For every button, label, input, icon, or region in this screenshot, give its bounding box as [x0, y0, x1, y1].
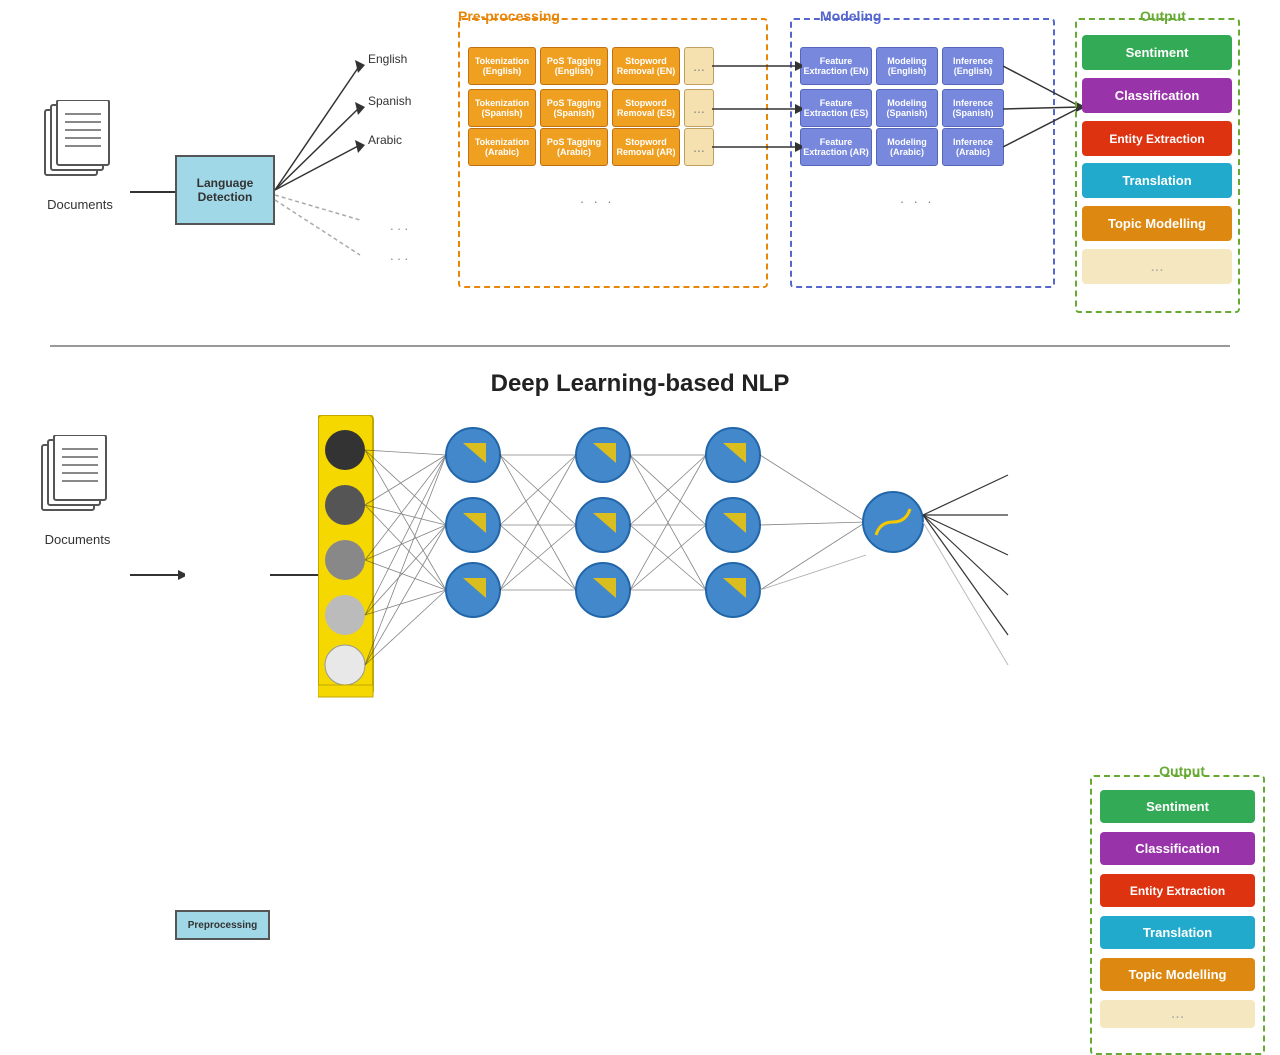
out-translation-top: Translation — [1082, 163, 1232, 198]
bottom-section: Deep Learning-based NLP Documents Prepro… — [0, 355, 1280, 720]
stop-ar: StopwordRemoval (AR) — [612, 128, 680, 166]
pos-es: PoS Tagging(Spanish) — [540, 89, 608, 127]
pos-ar: PoS Tagging(Arabic) — [540, 128, 608, 166]
model-en: Modeling(English) — [876, 47, 938, 85]
stop-es: StopwordRemoval (ES) — [612, 89, 680, 127]
tok-ar: Tokenization(Arabic) — [468, 128, 536, 166]
pos-en: PoS Tagging(English) — [540, 47, 608, 85]
feat-ar: FeatureExtraction (AR) — [800, 128, 872, 166]
top-section: Documents Language Detection English Spa… — [0, 0, 1280, 340]
preprocessing-center-dots: . . . — [580, 190, 614, 206]
dots-row2: . . . — [390, 248, 408, 263]
dots-es: ... — [684, 89, 714, 127]
section-divider — [50, 345, 1230, 347]
documents-bottom-label: Documents — [40, 532, 115, 547]
out-classification-top: Classification — [1082, 78, 1232, 113]
out-dots-top: ... — [1082, 249, 1232, 284]
out-topic-bottom: Topic Modelling — [1100, 958, 1255, 991]
out-sentiment-top: Sentiment — [1082, 35, 1232, 70]
documents-top-label: Documents — [40, 197, 120, 212]
model-es: Modeling(Spanish) — [876, 89, 938, 127]
tok-en: Tokenization(English) — [468, 47, 536, 85]
lang-english-label: English — [368, 52, 407, 66]
modeling-center-dots: . . . — [900, 190, 934, 206]
documents-top: Documents — [40, 100, 120, 212]
feat-es: FeatureExtraction (ES) — [800, 89, 872, 127]
out-topic-top: Topic Modelling — [1082, 206, 1232, 241]
lang-spanish-label: Spanish — [368, 94, 411, 108]
dots-row1: . . . — [390, 218, 408, 233]
arrow-docs-to-preproc — [130, 565, 185, 585]
out-classification-bottom: Classification — [1100, 832, 1255, 865]
out-dots-bottom: ... — [1100, 1000, 1255, 1028]
infer-ar: Inference(Arabic) — [942, 128, 1004, 166]
tok-es: Tokenization(Spanish) — [468, 89, 536, 127]
dots-en: ... — [684, 47, 714, 85]
documents-bottom: Documents — [40, 435, 115, 547]
out-entity-top: Entity Extraction — [1082, 121, 1232, 156]
deep-learning-title: Deep Learning-based NLP — [0, 355, 1280, 398]
model-ar: Modeling(Arabic) — [876, 128, 938, 166]
out-sentiment-bottom: Sentiment — [1100, 790, 1255, 823]
stop-en: StopwordRemoval (EN) — [612, 47, 680, 85]
feat-en: FeatureExtraction (EN) — [800, 47, 872, 85]
dots-ar: ... — [684, 128, 714, 166]
arrow-preproc-to-nn — [270, 565, 320, 585]
language-detection-box: Language Detection — [175, 155, 275, 225]
out-translation-bottom: Translation — [1100, 916, 1255, 949]
neural-network — [318, 415, 1058, 700]
preprocessing-bottom: Preprocessing — [175, 910, 270, 940]
lang-arabic-label: Arabic — [368, 133, 402, 147]
out-entity-bottom: Entity Extraction — [1100, 874, 1255, 907]
infer-es: Inference(Spanish) — [942, 89, 1004, 127]
infer-en: Inference(English) — [942, 47, 1004, 85]
